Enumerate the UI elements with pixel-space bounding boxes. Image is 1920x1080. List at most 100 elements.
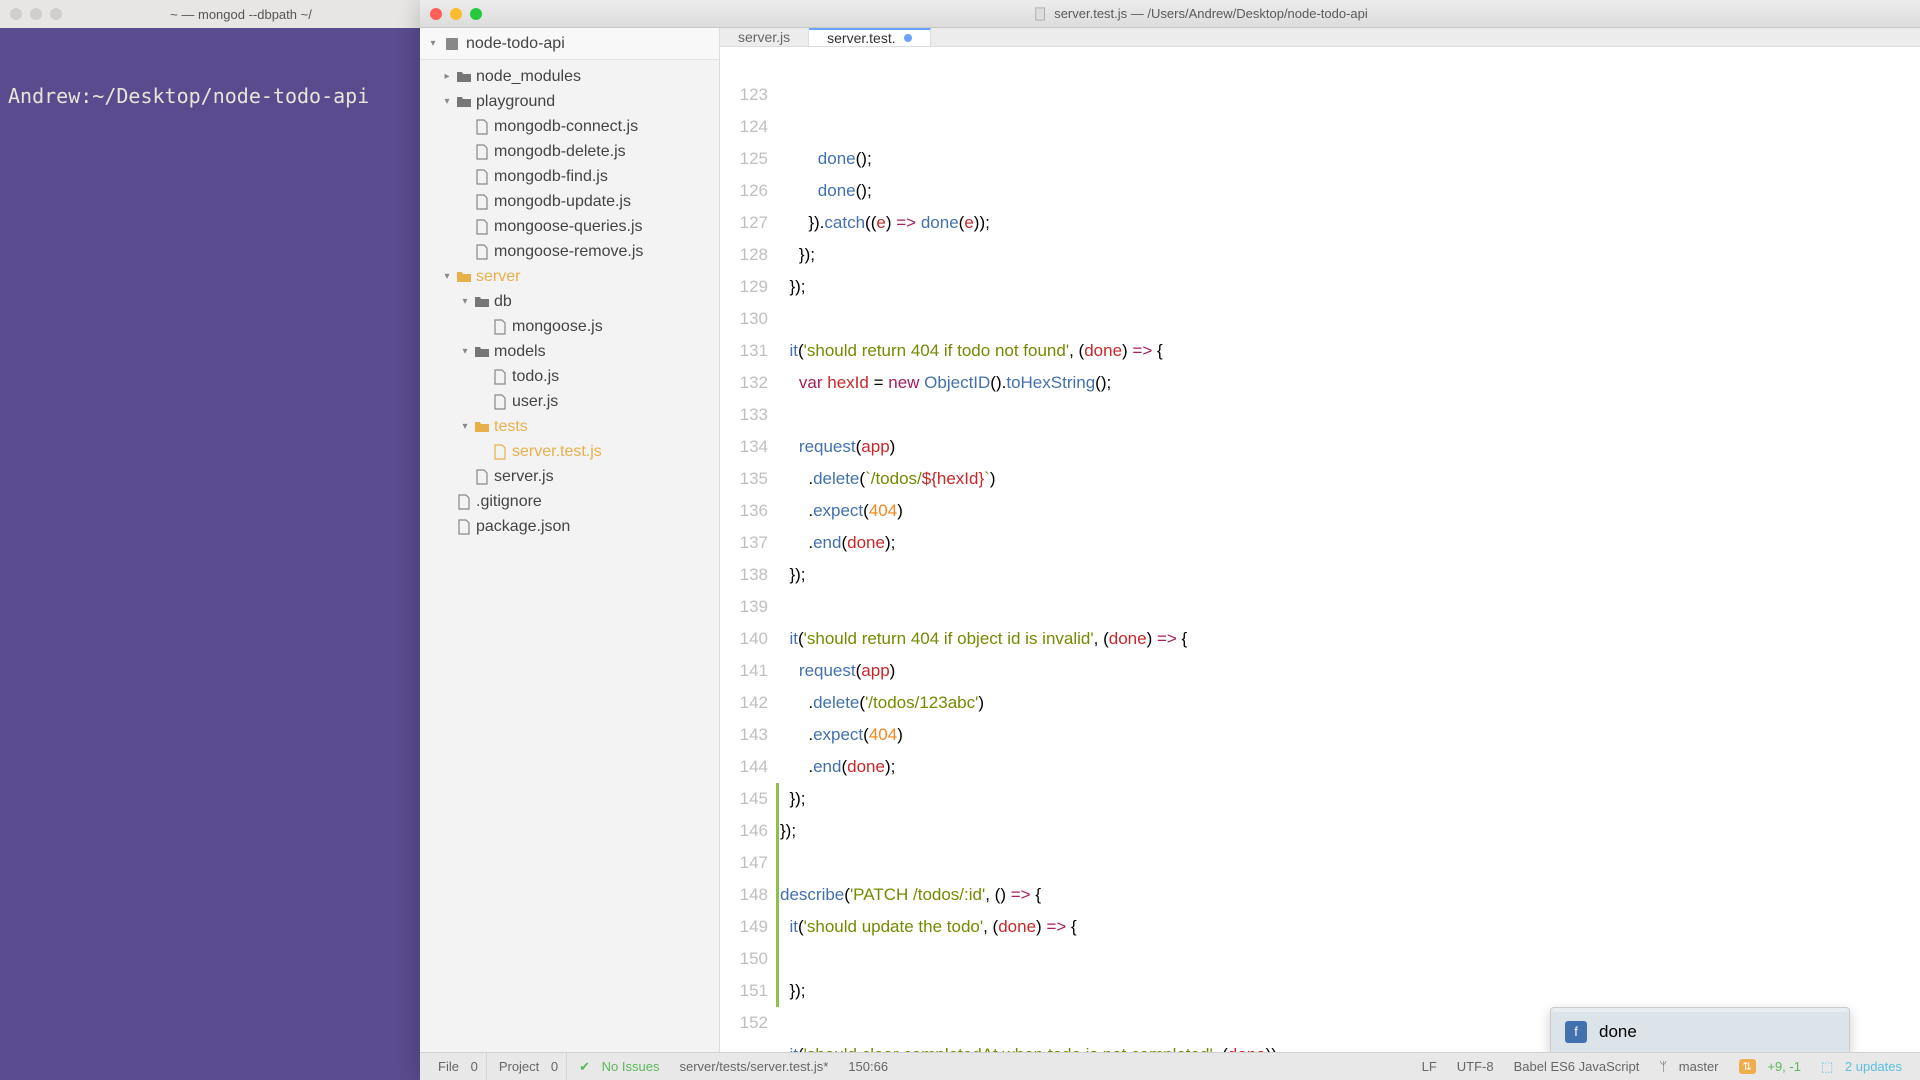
status-cursor-position[interactable]: 150:66 bbox=[840, 1053, 896, 1080]
code-line[interactable] bbox=[780, 591, 1920, 623]
file-mongodb-update-js[interactable]: mongodb-update.js bbox=[420, 189, 719, 214]
file-icon bbox=[474, 119, 490, 135]
status-git-diff[interactable]: ⇅ +9, -1 bbox=[1731, 1053, 1809, 1080]
code-line[interactable]: describe('PATCH /todos/:id', () => { bbox=[780, 879, 1920, 911]
line-number: 151 bbox=[720, 975, 768, 1007]
squirrel-icon: ⬚ bbox=[1821, 1059, 1833, 1075]
status-line-ending[interactable]: LF bbox=[1414, 1053, 1445, 1080]
code-line[interactable]: done(); bbox=[780, 175, 1920, 207]
tree-label: mongodb-delete.js bbox=[494, 143, 626, 161]
sidebar: node-todo-api node_modules playground mong… bbox=[420, 28, 720, 1052]
folder-playground[interactable]: playground bbox=[420, 89, 719, 114]
book-icon bbox=[444, 36, 460, 52]
line-number: 135 bbox=[720, 463, 768, 495]
code-line[interactable]: }); bbox=[780, 975, 1920, 1007]
status-file-path[interactable]: server/tests/server.test.js* bbox=[671, 1053, 836, 1080]
autocomplete-popup[interactable]: f done bbox=[1550, 1007, 1850, 1052]
tab-label: server.js bbox=[738, 29, 790, 45]
folder-tests[interactable]: tests bbox=[420, 414, 719, 439]
folder-icon bbox=[474, 294, 490, 310]
file-package-json[interactable]: package.json bbox=[420, 514, 719, 539]
code-line[interactable]: }); bbox=[780, 239, 1920, 271]
code-line[interactable]: it('should update the todo', (done) => { bbox=[780, 911, 1920, 943]
code-line[interactable] bbox=[780, 943, 1920, 975]
tree-label: node_modules bbox=[476, 68, 581, 86]
autocomplete-item[interactable]: f done bbox=[1551, 1012, 1849, 1052]
code-line[interactable]: .delete('/todos/123abc') bbox=[780, 687, 1920, 719]
terminal-title: ~ — mongod --dbpath ~/ bbox=[62, 7, 420, 22]
autocomplete-label: done bbox=[1599, 1016, 1637, 1048]
status-bar: File 0 Project 0 ✔ No Issues server/test… bbox=[420, 1052, 1920, 1080]
code-content[interactable]: done(); done(); }).catch((e) => done(e))… bbox=[780, 47, 1920, 1052]
project-header[interactable]: node-todo-api bbox=[420, 28, 719, 60]
code-line[interactable]: }).catch((e) => done(e)); bbox=[780, 207, 1920, 239]
code-line[interactable]: it('should return 404 if object id is in… bbox=[780, 623, 1920, 655]
window-minimize-button[interactable] bbox=[450, 8, 462, 20]
file-server-js[interactable]: server.js bbox=[420, 464, 719, 489]
code-line[interactable]: .end(done); bbox=[780, 751, 1920, 783]
tab-server-js[interactable]: server.js bbox=[720, 28, 809, 46]
code-line[interactable]: }); bbox=[780, 559, 1920, 591]
code-line[interactable]: request(app) bbox=[780, 655, 1920, 687]
status-project-errors[interactable]: Project 0 bbox=[491, 1053, 567, 1080]
code-line[interactable] bbox=[780, 847, 1920, 879]
tree-label: todo.js bbox=[512, 368, 559, 386]
tree-label: tests bbox=[494, 418, 528, 436]
git-branch-icon: ᛘ bbox=[1659, 1059, 1667, 1074]
folder-models[interactable]: models bbox=[420, 339, 719, 364]
line-number: 140 bbox=[720, 623, 768, 655]
line-number: 150 bbox=[720, 943, 768, 975]
code-line[interactable]: done(); bbox=[780, 143, 1920, 175]
status-git-branch[interactable]: ᛘ master bbox=[1651, 1053, 1726, 1080]
code-line[interactable]: request(app) bbox=[780, 431, 1920, 463]
file-mongodb-connect-js[interactable]: mongodb-connect.js bbox=[420, 114, 719, 139]
file-todo-js[interactable]: todo.js bbox=[420, 364, 719, 389]
file-mongodb-delete-js[interactable]: mongodb-delete.js bbox=[420, 139, 719, 164]
code-line[interactable] bbox=[780, 303, 1920, 335]
file-icon bbox=[492, 319, 508, 335]
code-line[interactable]: it('should return 404 if todo not found'… bbox=[780, 335, 1920, 367]
folder-db[interactable]: db bbox=[420, 289, 719, 314]
terminal-maximize[interactable] bbox=[50, 8, 62, 20]
code-line[interactable]: }); bbox=[780, 271, 1920, 303]
file-mongoose-queries-js[interactable]: mongoose-queries.js bbox=[420, 214, 719, 239]
line-number: 138 bbox=[720, 559, 768, 591]
code-editor[interactable]: 1231241251261271281291301311321331341351… bbox=[720, 47, 1920, 1052]
tab-bar: server.js server.test. bbox=[720, 28, 1920, 47]
file-mongodb-find-js[interactable]: mongodb-find.js bbox=[420, 164, 719, 189]
status-file-errors[interactable]: File 0 bbox=[430, 1053, 487, 1080]
code-line[interactable]: }); bbox=[780, 783, 1920, 815]
file-server-test-js[interactable]: server.test.js bbox=[420, 439, 719, 464]
file-mongoose-js[interactable]: mongoose.js bbox=[420, 314, 719, 339]
file-user-js[interactable]: user.js bbox=[420, 389, 719, 414]
code-line[interactable]: .delete(`/todos/${hexId}`) bbox=[780, 463, 1920, 495]
line-number: 139 bbox=[720, 591, 768, 623]
terminal-close[interactable] bbox=[10, 8, 22, 20]
code-line[interactable]: }); bbox=[780, 815, 1920, 847]
code-line[interactable] bbox=[780, 399, 1920, 431]
code-line[interactable]: .end(done); bbox=[780, 527, 1920, 559]
line-number: 146 bbox=[720, 815, 768, 847]
code-line[interactable]: var hexId = new ObjectID().toHexString()… bbox=[780, 367, 1920, 399]
status-encoding[interactable]: UTF-8 bbox=[1449, 1053, 1502, 1080]
code-line[interactable]: .expect(404) bbox=[780, 719, 1920, 751]
window-maximize-button[interactable] bbox=[470, 8, 482, 20]
terminal-prompt[interactable]: Andrew:~/Desktop/node-todo-api bbox=[8, 84, 369, 108]
code-line[interactable]: .expect(404) bbox=[780, 495, 1920, 527]
folder-server[interactable]: server bbox=[420, 264, 719, 289]
folder-node_modules[interactable]: node_modules bbox=[420, 64, 719, 89]
status-no-issues[interactable]: ✔ No Issues bbox=[571, 1053, 667, 1080]
line-number: 143 bbox=[720, 719, 768, 751]
status-updates[interactable]: ⬚ 2 updates bbox=[1813, 1053, 1910, 1080]
status-language[interactable]: Babel ES6 JavaScript bbox=[1506, 1053, 1648, 1080]
tab-server-test-[interactable]: server.test. bbox=[809, 28, 930, 46]
file--gitignore[interactable]: .gitignore bbox=[420, 489, 719, 514]
terminal-minimize[interactable] bbox=[30, 8, 42, 20]
tree-label: playground bbox=[476, 93, 555, 111]
file-icon bbox=[474, 244, 490, 260]
chevron-down-icon bbox=[428, 38, 438, 49]
file-mongoose-remove-js[interactable]: mongoose-remove.js bbox=[420, 239, 719, 264]
line-number: 132 bbox=[720, 367, 768, 399]
window-close-button[interactable] bbox=[430, 8, 442, 20]
tree-label: db bbox=[494, 293, 512, 311]
